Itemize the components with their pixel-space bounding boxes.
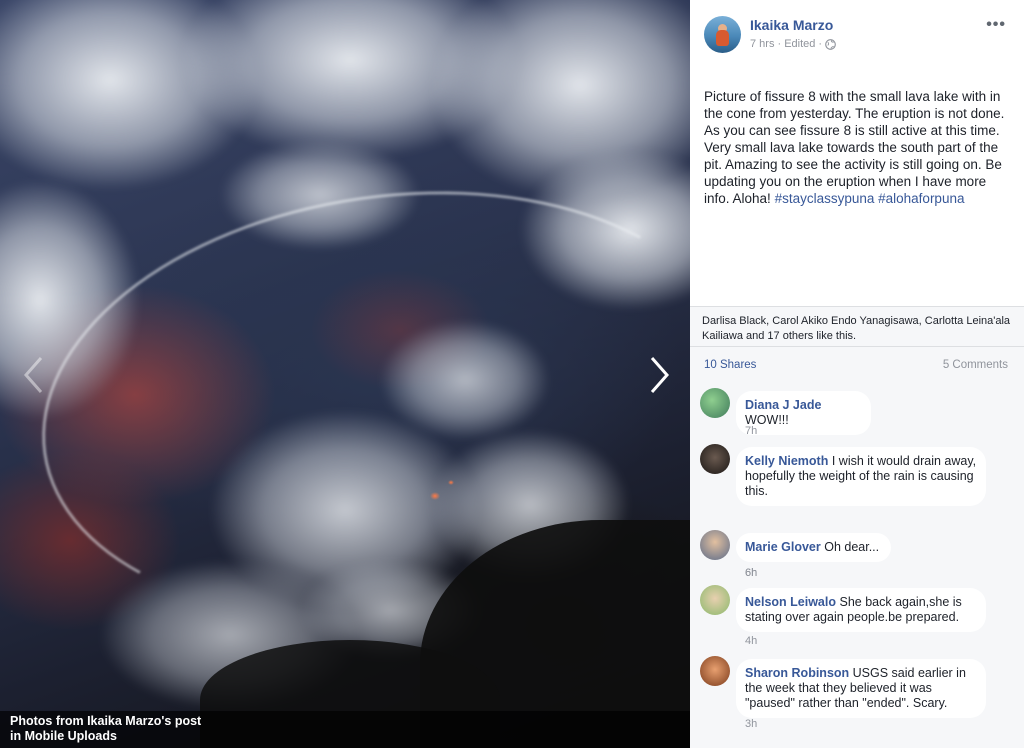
lava-glow [430, 492, 440, 500]
author-avatar[interactable] [704, 16, 741, 53]
globe-icon [825, 38, 836, 50]
photo-viewer[interactable]: Photos from Ikaika Marzo's post in Mobil… [0, 0, 690, 748]
comment-bubble: Marie Glover Oh dear... [736, 533, 891, 562]
comment-text: Oh dear... [824, 540, 880, 554]
comments-link[interactable]: 5 Comments [943, 359, 1008, 371]
engagement-counts: 10 Shares 5 Comments [690, 346, 1024, 382]
comment-time[interactable]: 7h [745, 425, 757, 437]
chevron-right-icon [650, 357, 670, 393]
commenter-name[interactable]: Marie Glover [745, 540, 821, 554]
hashtag-link[interactable]: #alohaforpuna [878, 191, 964, 206]
post-header: Ikaika Marzo 7 hrs · Edited · ••• [690, 0, 1024, 76]
post-body: Picture of fissure 8 with the small lava… [704, 89, 1005, 206]
previous-photo-button[interactable] [18, 352, 48, 398]
avatar[interactable] [700, 388, 730, 418]
comments-list: Diana J Jade WOW!!! 7h Kelly Niemoth I w… [690, 382, 1024, 748]
avatar[interactable] [700, 444, 730, 474]
lava-glow [448, 480, 454, 485]
chevron-left-icon [23, 357, 43, 393]
post-time[interactable]: 7 hrs [750, 38, 774, 50]
more-options-button[interactable]: ••• [986, 16, 1006, 34]
author-name[interactable]: Ikaika Marzo [750, 17, 833, 33]
commenter-name[interactable]: Sharon Robinson [745, 666, 849, 680]
caption-post-link[interactable]: Photos from Ikaika Marzo's post [10, 714, 201, 728]
comment-bubble: Nelson Leiwalo She back again,she is sta… [736, 588, 986, 632]
next-photo-button[interactable] [644, 352, 674, 398]
comment-time[interactable]: 4h [745, 635, 757, 647]
post-meta: 7 hrs · Edited · [750, 38, 836, 50]
caption-album-link[interactable]: in Mobile Uploads [10, 729, 117, 743]
post-text: Picture of fissure 8 with the small lava… [690, 76, 1024, 207]
commenter-name[interactable]: Nelson Leiwalo [745, 595, 836, 609]
commenter-name[interactable]: Kelly Niemoth [745, 454, 828, 468]
edited-label[interactable]: · Edited · [777, 38, 822, 50]
comment-bubble: Kelly Niemoth I wish it would drain away… [736, 447, 986, 506]
avatar[interactable] [700, 656, 730, 686]
post-panel: Ikaika Marzo 7 hrs · Edited · ••• Pictur… [690, 0, 1024, 748]
comment-time[interactable]: 3h [745, 718, 757, 730]
likes-summary[interactable]: Darlisa Black, Carol Akiko Endo Yanagisa… [690, 306, 1024, 346]
avatar[interactable] [700, 530, 730, 560]
photo-caption-bar: Photos from Ikaika Marzo's post in Mobil… [0, 711, 690, 748]
hashtag-link[interactable]: #stayclassypuna [775, 191, 875, 206]
comment-bubble: Sharon Robinson USGS said earlier in the… [736, 659, 986, 718]
avatar[interactable] [700, 585, 730, 615]
commenter-name[interactable]: Diana J Jade [745, 398, 821, 412]
comment-time[interactable]: 6h [745, 567, 757, 579]
shares-link[interactable]: 10 Shares [704, 359, 756, 371]
